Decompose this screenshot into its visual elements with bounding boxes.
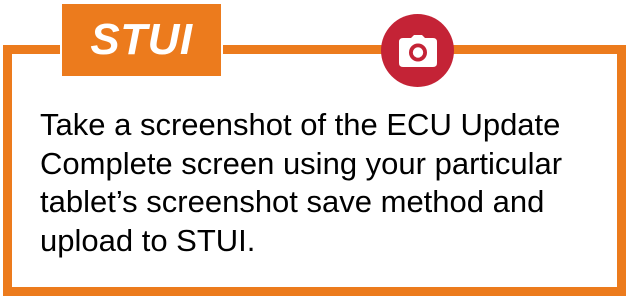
instruction-text: Take a screenshot of the ECU Update Comp… (40, 106, 600, 260)
stui-tag: STUI (60, 2, 223, 78)
instruction-line: upload to STUI. (40, 222, 256, 258)
instruction-line: Complete screen using your particular (40, 145, 563, 181)
camera-icon-glyph (398, 34, 437, 67)
instruction-line: tablet’s screenshot save method and (40, 184, 545, 219)
stui-tag-label: STUI (90, 15, 193, 64)
camera-icon (381, 14, 454, 87)
instruction-line: Take a screenshot of the ECU Update (40, 107, 561, 142)
